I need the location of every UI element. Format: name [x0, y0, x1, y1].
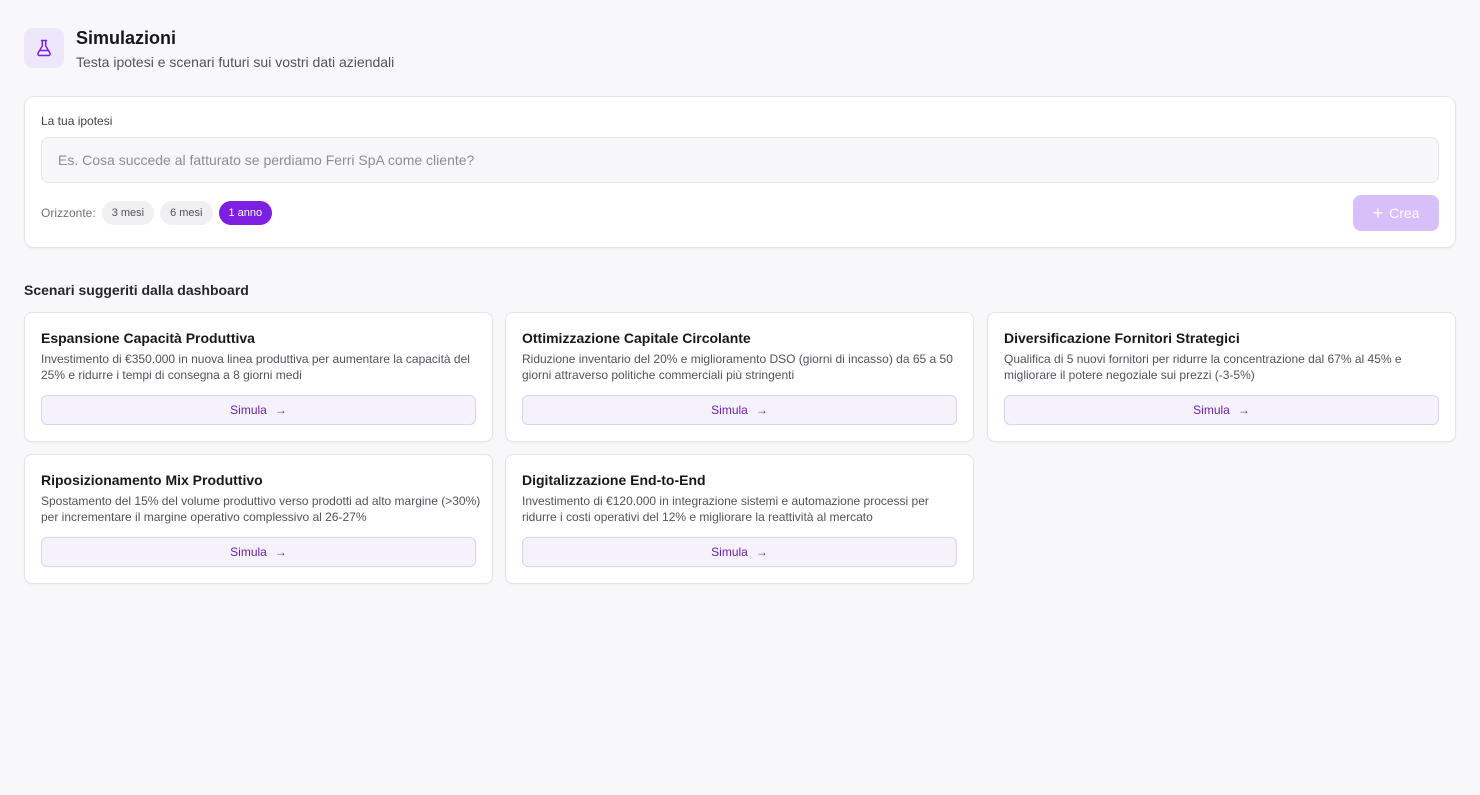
arrow-right-icon: →: [755, 545, 768, 559]
scenario-card: Diversificazione Fornitori Strategici Qu…: [987, 312, 1456, 442]
scenario-description: Investimento di €120.000 in integrazione…: [522, 494, 929, 524]
scenario-card: Ottimizzazione Capitale Circolante Riduz…: [505, 312, 974, 442]
simulate-button[interactable]: Simula →: [522, 395, 957, 425]
scenario-description: Riduzione inventario del 20% e miglioram…: [522, 352, 953, 382]
horizon-chip-3-mesi[interactable]: 3 mesi: [101, 201, 155, 225]
simulate-button-label: Simula: [230, 403, 267, 417]
arrow-right-icon: →: [274, 545, 287, 559]
horizon-label: Orizzonte:: [41, 206, 96, 220]
scenario-card: Digitalizzazione End-to-End Investimento…: [505, 454, 974, 584]
scenario-title: Digitalizzazione End-to-End: [522, 472, 706, 488]
suggested-scenarios-title: Scenari suggeriti dalla dashboard: [24, 282, 249, 298]
header-text: Simulazioni Testa ipotesi e scenari futu…: [76, 28, 394, 70]
simulate-button-label: Simula: [230, 545, 267, 559]
scenario-card: Riposizionamento Mix Produttivo Spostame…: [24, 454, 493, 584]
arrow-right-icon: →: [1237, 403, 1250, 417]
simulate-button[interactable]: Simula →: [522, 537, 957, 567]
page-subtitle: Testa ipotesi e scenari futuri sui vostr…: [76, 54, 395, 70]
simulate-button-label: Simula: [711, 545, 748, 559]
page-header: Simulazioni Testa ipotesi e scenari futu…: [24, 28, 394, 70]
scenario-title: Ottimizzazione Capitale Circolante: [522, 330, 751, 346]
scenario-description: Investimento di €350.000 in nuova linea …: [41, 352, 470, 382]
simulate-button[interactable]: Simula →: [1004, 395, 1439, 425]
plus-icon: +: [1372, 203, 1384, 223]
hypothesis-label: La tua ipotesi: [41, 114, 113, 128]
simulate-button-label: Simula: [711, 403, 748, 417]
scenario-card: Espansione Capacità Produttiva Investime…: [24, 312, 493, 442]
hypothesis-input[interactable]: [41, 137, 1439, 183]
create-button-label: Crea: [1389, 205, 1420, 221]
horizon-selector: Orizzonte: 3 mesi 6 mesi 1 anno: [41, 201, 278, 225]
scenario-description: Qualifica di 5 nuovi fornitori per ridur…: [1004, 352, 1402, 382]
horizon-chip-6-mesi[interactable]: 6 mesi: [160, 201, 213, 225]
flask-icon: [24, 28, 64, 68]
simulations-page: Simulazioni Testa ipotesi e scenari futu…: [0, 0, 1480, 795]
simulate-button[interactable]: Simula →: [41, 537, 476, 567]
hypothesis-card: La tua ipotesi Orizzonte: 3 mesi 6 mesi …: [24, 96, 1456, 248]
scenario-title: Espansione Capacità Produttiva: [41, 330, 255, 346]
simulate-button-label: Simula: [1193, 403, 1230, 417]
scenario-title: Diversificazione Fornitori Strategici: [1004, 330, 1240, 346]
page-title: Simulazioni: [76, 28, 177, 48]
create-button[interactable]: + Crea: [1353, 195, 1439, 231]
simulate-button[interactable]: Simula →: [41, 395, 476, 425]
scenario-description: Spostamento del 15% del volume produttiv…: [41, 494, 481, 524]
arrow-right-icon: →: [755, 403, 768, 417]
scenario-title: Riposizionamento Mix Produttivo: [41, 472, 263, 488]
arrow-right-icon: →: [274, 403, 287, 417]
horizon-chip-1-anno[interactable]: 1 anno: [218, 201, 273, 225]
